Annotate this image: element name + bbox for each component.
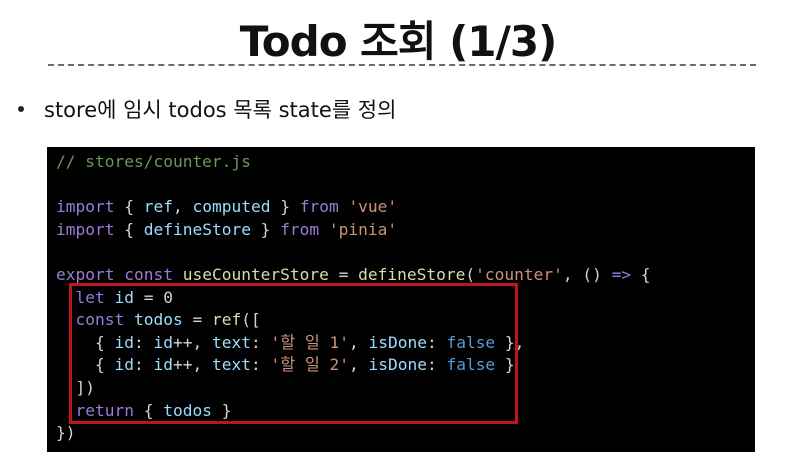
- code-token: useCounterStore: [182, 264, 329, 284]
- code-token: defineStore: [143, 219, 251, 239]
- code-token: ,: [172, 197, 193, 217]
- title-divider: [48, 64, 756, 66]
- code-line: import { ref, computed } from 'vue': [56, 196, 651, 219]
- code-token: 'pinia': [328, 219, 398, 239]
- code-token: }): [56, 423, 76, 443]
- code-token: ref: [143, 197, 173, 217]
- slide-title: Todo 조회 (1/3): [239, 17, 558, 66]
- code-token: 'counter': [475, 264, 563, 284]
- code-token: =: [328, 264, 359, 284]
- code-token: {: [114, 219, 144, 239]
- code-token: export: [56, 264, 115, 284]
- code-token: }: [250, 219, 281, 239]
- code-token: computed: [192, 197, 271, 217]
- code-line: // stores/counter.js: [56, 151, 651, 174]
- highlight-box: [69, 283, 518, 424]
- bullet-item: store에 임시 todos 목록 state를 정의: [14, 92, 396, 126]
- bullet-text: store에 임시 todos 목록 state를 정의: [44, 98, 397, 122]
- code-token: {: [114, 197, 144, 217]
- code-token: defineStore: [358, 264, 466, 284]
- bullet-dot-icon: [18, 106, 24, 112]
- code-line: }): [56, 422, 651, 445]
- code-token: from: [280, 219, 320, 239]
- code-token: // stores/counter.js: [56, 152, 251, 171]
- code-token: =>: [611, 264, 632, 284]
- code-token: }: [270, 197, 300, 217]
- code-token: const: [124, 264, 173, 284]
- code-token: , (): [562, 264, 612, 284]
- code-token: (: [465, 264, 476, 284]
- code-token: 'vue': [348, 197, 398, 217]
- code-token: from: [299, 197, 339, 217]
- code-token: import: [56, 197, 115, 217]
- code-token: import: [56, 219, 115, 239]
- code-token: {: [631, 264, 651, 284]
- code-line: import { defineStore } from 'pinia': [56, 219, 651, 242]
